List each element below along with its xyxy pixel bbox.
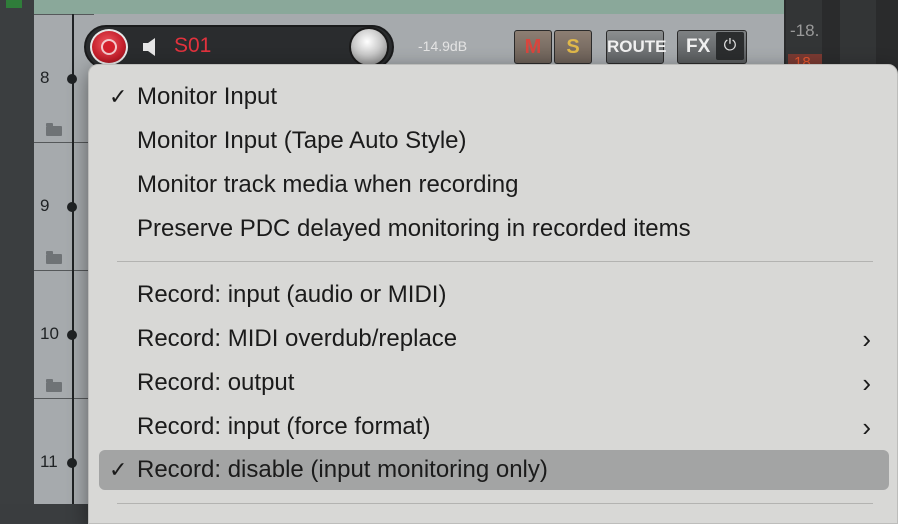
fx-bypass-icon[interactable]: ⏻ xyxy=(716,32,744,60)
mute-button[interactable]: M xyxy=(514,30,552,64)
volume-knob[interactable] xyxy=(349,27,389,67)
track-number: 10 xyxy=(40,324,59,343)
track-node-dot xyxy=(67,74,77,84)
menu-item-label: Monitor track media when recording xyxy=(137,171,519,198)
meter-peak-readout: -18. xyxy=(790,21,820,40)
row-divider xyxy=(34,14,94,15)
menu-item-monitor-track-media[interactable]: Monitor track media when recording xyxy=(99,165,889,205)
track-number: 11 xyxy=(40,452,58,471)
menu-item-record-output[interactable]: Record: output › xyxy=(99,363,889,403)
menu-item-label: Monitor Input (Tape Auto Style) xyxy=(137,127,467,154)
track-node-dot xyxy=(67,458,77,468)
menu-item-record-midi-overdub[interactable]: Record: MIDI overdub/replace › xyxy=(99,319,889,359)
menu-separator xyxy=(117,261,873,262)
row-divider xyxy=(34,142,94,143)
track-color-swatch xyxy=(6,0,22,8)
checkmark-icon: ✓ xyxy=(109,457,128,482)
menu-item-monitor-input-tape[interactable]: Monitor Input (Tape Auto Style) xyxy=(99,121,889,161)
row-divider xyxy=(34,270,94,271)
solo-button[interactable]: S xyxy=(554,30,592,64)
track-tree-line xyxy=(72,14,74,504)
menu-item-label: Record: input (force format) xyxy=(137,413,431,440)
checkmark-icon: ✓ xyxy=(109,84,128,109)
folder-icon[interactable] xyxy=(46,379,62,392)
folder-icon[interactable] xyxy=(46,251,62,264)
route-button[interactable]: ROUTE xyxy=(606,30,667,64)
menu-item-label: Monitor Input xyxy=(137,83,278,110)
track-node-dot xyxy=(67,330,77,340)
record-monitor-context-menu: ✓ Monitor Input Monitor Input (Tape Auto… xyxy=(88,64,898,524)
track-number: 8 xyxy=(40,68,50,87)
folder-icon[interactable] xyxy=(46,123,62,136)
menu-item-monitor-input[interactable]: ✓ Monitor Input xyxy=(99,77,889,117)
menu-item-record-disable[interactable]: ✓ Record: disable (input monitoring only… xyxy=(99,450,889,490)
menu-item-label: Record: input (audio or MIDI) xyxy=(137,281,447,308)
left-strip xyxy=(0,0,34,504)
submenu-arrow-icon: › xyxy=(862,412,871,442)
volume-readout: -14.9dB xyxy=(418,38,468,54)
track-number: 9 xyxy=(40,196,50,215)
track-name[interactable]: S01 xyxy=(174,34,211,58)
track-node-dot xyxy=(67,202,77,212)
row-divider xyxy=(34,398,94,399)
menu-item-record-input[interactable]: Record: input (audio or MIDI) xyxy=(99,275,889,315)
submenu-arrow-icon: › xyxy=(862,324,871,354)
submenu-arrow-icon: › xyxy=(862,368,871,398)
menu-item-record-force-format[interactable]: Record: input (force format) › xyxy=(99,407,889,447)
menu-item-preserve-pdc[interactable]: Preserve PDC delayed monitoring in recor… xyxy=(99,209,889,249)
selected-track-band xyxy=(34,0,784,15)
menu-item-label: Record: output xyxy=(137,369,295,396)
record-arm-button[interactable] xyxy=(90,29,128,65)
menu-item-label: Record: disable (input monitoring only) xyxy=(137,456,548,483)
menu-item-label: Preserve PDC delayed monitoring in recor… xyxy=(137,215,691,242)
track-header xyxy=(84,25,394,69)
menu-item-label: Record: MIDI overdub/replace xyxy=(137,325,458,352)
speaker-icon[interactable] xyxy=(141,36,161,58)
